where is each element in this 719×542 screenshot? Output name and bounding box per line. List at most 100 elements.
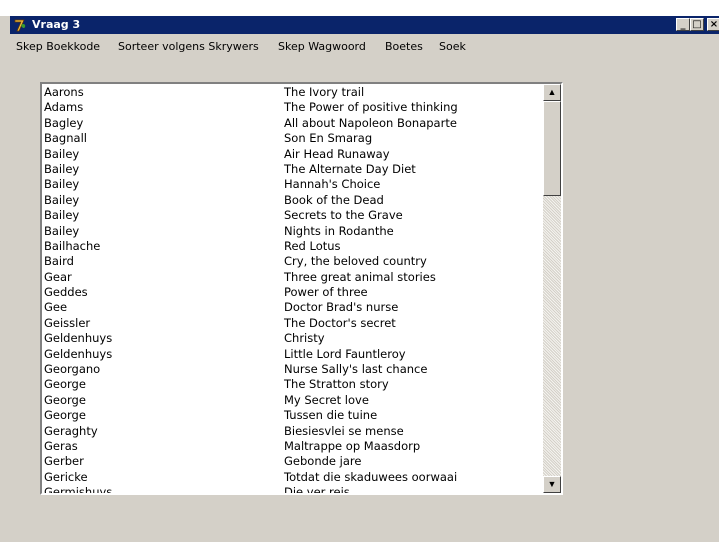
app-window: Vraag 3 _ □ × Skep Boekkode Sorteer volg… xyxy=(0,0,719,542)
author-cell: Bailey xyxy=(44,208,80,223)
title-cell: Christy xyxy=(284,331,325,346)
author-cell: Aarons xyxy=(44,85,84,99)
book-listbox[interactable]: Aarons The Ivory trail Adams The Power of p… xyxy=(40,82,563,495)
title-cell: The Power of positive thinking xyxy=(284,100,458,115)
author-cell: Gee xyxy=(44,300,68,315)
author-cell: Gerber xyxy=(44,454,84,469)
list-item[interactable]: Bailey The Alternate Day Diet xyxy=(44,162,541,177)
title-cell: The Doctor's secret xyxy=(284,315,396,330)
author-cell: Bailey xyxy=(44,223,80,238)
close-icon: × xyxy=(709,19,719,30)
author-cell: Bailhache xyxy=(44,238,101,253)
title-cell: Cry, the beloved country xyxy=(284,254,427,269)
list-item[interactable]: Gericke Totdat die skaduwees oorwaai xyxy=(44,470,541,485)
author-cell: Baird xyxy=(44,254,74,269)
list-item[interactable]: Geras Maltrappe op Maasdorp xyxy=(44,439,541,454)
arrow-up-icon: ▲ xyxy=(547,87,557,97)
scroll-up-button[interactable]: ▲ xyxy=(543,84,561,101)
title-cell: The Ivory trail xyxy=(284,85,365,99)
author-cell: Bailey xyxy=(44,192,80,207)
list-item[interactable]: Bailey Book of the Dead xyxy=(44,193,541,208)
list-item[interactable]: Gerber Gebonde jare xyxy=(44,454,541,469)
title-cell: My Secret love xyxy=(284,392,369,407)
menu-sorteer-volgens-skrywers[interactable]: Sorteer volgens Skrywers xyxy=(118,40,259,53)
title-cell: Little Lord Fauntleroy xyxy=(284,346,406,361)
menu-soek[interactable]: Soek xyxy=(439,40,466,53)
list-item[interactable]: Geldenhuys Christy xyxy=(44,331,541,346)
author-cell: Gear xyxy=(44,269,72,284)
menu-skep-wagwoord[interactable]: Skep Wagwoord xyxy=(278,40,366,53)
title-cell: Air Head Runaway xyxy=(284,146,390,161)
window-top-strip xyxy=(0,0,719,16)
title-cell: All about Napoleon Bonaparte xyxy=(284,115,457,130)
menu-skep-boekkode[interactable]: Skep Boekkode xyxy=(16,40,100,53)
title-cell: Totdat die skaduwees oorwaai xyxy=(284,469,458,484)
scroll-thumb[interactable] xyxy=(543,101,561,196)
title-cell: The Stratton story xyxy=(284,377,389,392)
list-item[interactable]: Geldenhuys Little Lord Fauntleroy xyxy=(44,347,541,362)
title-cell: Tussen die tuine xyxy=(284,408,378,423)
author-cell: Bailey xyxy=(44,146,80,161)
title-cell: Nights in Rodanthe xyxy=(284,223,394,238)
list-item[interactable]: Baird Cry, the beloved country xyxy=(44,254,541,269)
author-cell: Geissler xyxy=(44,315,91,330)
title-cell: Doctor Brad's nurse xyxy=(284,300,399,315)
list-item[interactable]: Geddes Power of three xyxy=(44,285,541,300)
close-button[interactable]: × xyxy=(707,18,719,31)
author-cell: George xyxy=(44,408,86,423)
title-cell: Biesiesvlei se mense xyxy=(284,423,404,438)
author-cell: Geras xyxy=(44,438,78,453)
list-item[interactable]: Georgano Nurse Sally's last chance xyxy=(44,362,541,377)
author-cell: Geddes xyxy=(44,285,88,300)
title-bar[interactable]: Vraag 3 _ □ × xyxy=(10,16,719,34)
author-cell: Bailey xyxy=(44,177,80,192)
menu-boetes[interactable]: Boetes xyxy=(385,40,423,53)
title-cell: Die ver reis xyxy=(284,485,350,495)
list-item[interactable]: Gee Doctor Brad's nurse xyxy=(44,300,541,315)
list-item[interactable]: Geissler The Doctor's secret xyxy=(44,316,541,331)
list-item[interactable]: Gear Three great animal stories xyxy=(44,270,541,285)
minimize-button[interactable]: _ xyxy=(676,18,690,31)
title-cell: Nurse Sally's last chance xyxy=(284,362,428,377)
list-item[interactable]: George The Stratton story xyxy=(44,377,541,392)
title-cell: Power of three xyxy=(284,285,368,300)
list-item[interactable]: Bailhache Red Lotus xyxy=(44,239,541,254)
title-cell: The Alternate Day Diet xyxy=(284,161,416,176)
book-list-rows: Aarons The Ivory trail Adams The Power of p… xyxy=(44,85,541,495)
author-cell: George xyxy=(44,392,86,407)
author-cell: Adams xyxy=(44,100,84,115)
list-item[interactable]: Adams The Power of positive thinking xyxy=(44,100,541,115)
author-cell: Germishuys xyxy=(44,485,113,495)
window-title: Vraag 3 xyxy=(32,18,81,31)
author-cell: Geldenhuys xyxy=(44,331,113,346)
list-item[interactable]: Bagnall Son En Smarag xyxy=(44,131,541,146)
list-item[interactable]: Geraghty Biesiesvlei se mense xyxy=(44,424,541,439)
title-cell: Son En Smarag xyxy=(284,131,373,146)
maximize-button[interactable]: □ xyxy=(690,18,704,31)
title-cell: Gebonde jare xyxy=(284,454,362,469)
author-cell: Bagnall xyxy=(44,131,87,146)
arrow-down-icon: ▼ xyxy=(547,479,557,489)
list-item[interactable]: Bailey Secrets to the Grave xyxy=(44,208,541,223)
list-item[interactable]: Bailey Nights in Rodanthe xyxy=(44,224,541,239)
author-cell: Geraghty xyxy=(44,423,98,438)
author-cell: George xyxy=(44,377,86,392)
list-item[interactable]: Germishuys Die ver reis xyxy=(44,485,541,495)
list-item[interactable]: George My Secret love xyxy=(44,393,541,408)
title-cell: Book of the Dead xyxy=(284,192,384,207)
author-cell: Bagley xyxy=(44,115,84,130)
list-item[interactable]: Bailey Air Head Runaway xyxy=(44,147,541,162)
list-item[interactable]: Bailey Hannah's Choice xyxy=(44,177,541,192)
author-cell: Bailey xyxy=(44,161,80,176)
title-cell: Secrets to the Grave xyxy=(284,208,403,223)
maximize-icon: □ xyxy=(692,19,702,30)
title-cell: Hannah's Choice xyxy=(284,177,381,192)
list-item[interactable]: Aarons The Ivory trail xyxy=(44,85,541,100)
vertical-scrollbar[interactable]: ▲ ▼ xyxy=(543,84,561,493)
menu-bar: Skep Boekkode Sorteer volgens Skrywers S… xyxy=(10,36,719,58)
title-cell: Maltrappe op Maasdorp xyxy=(284,438,421,453)
list-item[interactable]: Bagley All about Napoleon Bonaparte xyxy=(44,116,541,131)
list-item[interactable]: George Tussen die tuine xyxy=(44,408,541,423)
title-cell: Three great animal stories xyxy=(284,269,436,284)
scroll-down-button[interactable]: ▼ xyxy=(543,476,561,493)
